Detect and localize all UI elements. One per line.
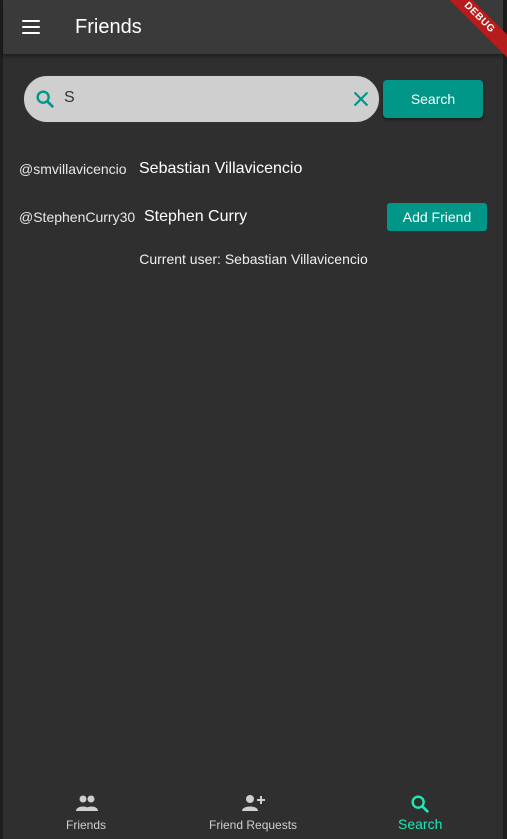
nav-item-friend-requests[interactable]: Friend Requests <box>169 783 336 839</box>
close-icon[interactable] <box>351 89 371 114</box>
result-name: Sebastian Villavicencio <box>139 160 303 177</box>
nav-label-friend-requests: Friend Requests <box>209 818 298 832</box>
window-right-edge <box>503 0 507 839</box>
page-title: Friends <box>75 16 142 38</box>
add-friend-button[interactable]: Add Friend <box>387 203 487 231</box>
menu-icon[interactable] <box>15 11 47 43</box>
result-handle: @smvillavicencio <box>19 161 127 177</box>
nav-label-friends: Friends <box>66 818 107 832</box>
search-icon <box>34 88 56 115</box>
nav-item-search[interactable]: Search <box>336 783 503 839</box>
person-add-icon <box>240 793 266 818</box>
result-handle: @StephenCurry30 <box>19 209 136 225</box>
people-icon <box>75 793 99 818</box>
window-left-edge <box>0 0 3 839</box>
search-button[interactable]: Search <box>383 80 483 118</box>
nav-item-friends[interactable]: Friends <box>3 783 169 839</box>
bottom-navigation: Friends Friend Requests Search <box>3 783 503 839</box>
result-name: Stephen Curry <box>144 208 248 225</box>
search-input[interactable]: S <box>23 75 380 123</box>
nav-label-search: Search <box>398 816 443 832</box>
current-user-label: Current user: Sebastian Villavicencio <box>139 251 368 267</box>
app-bar: Friends <box>3 0 503 54</box>
search-input-value[interactable]: S <box>64 89 75 107</box>
